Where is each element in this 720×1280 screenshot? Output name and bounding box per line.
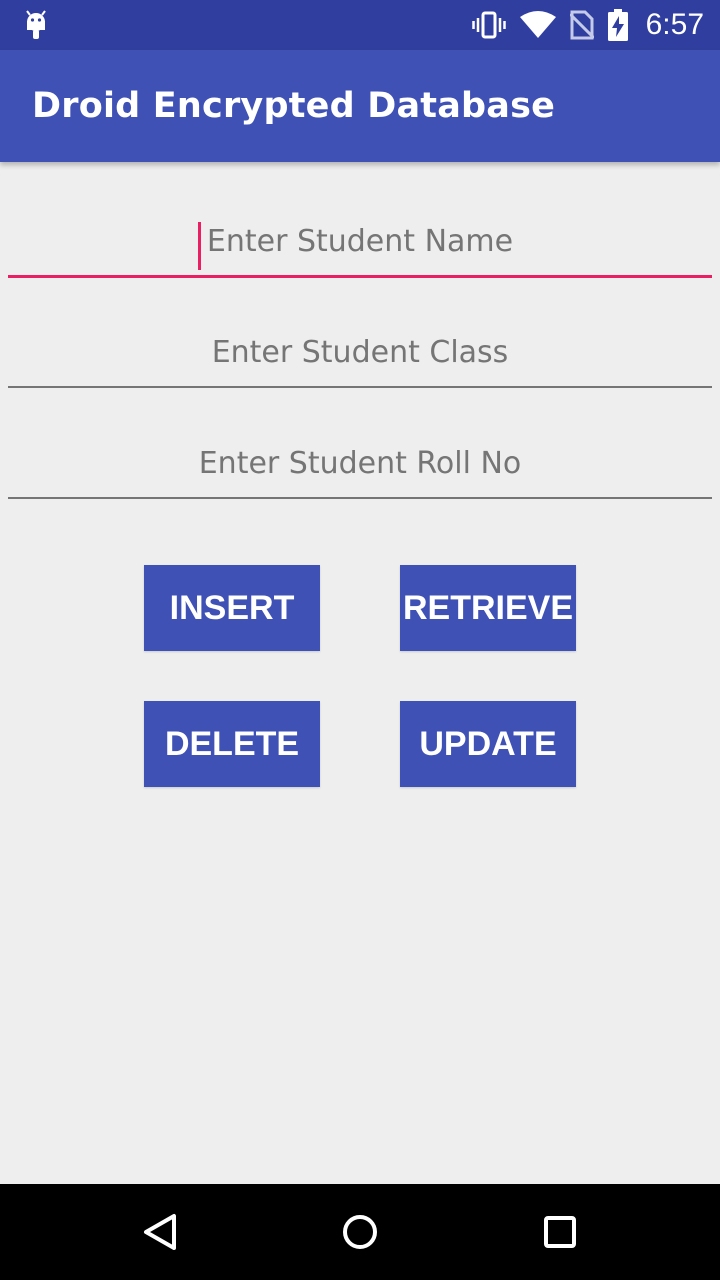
student-roll-input[interactable]: [8, 429, 712, 499]
battery-charging-icon: [607, 9, 628, 41]
back-icon[interactable]: [130, 1202, 190, 1262]
wifi-icon: [519, 11, 556, 38]
app-title: Droid Encrypted Database: [32, 86, 556, 126]
status-icons: 6:57: [471, 0, 704, 50]
insert-button[interactable]: INSERT: [144, 565, 320, 651]
status-time: 6:57: [645, 8, 704, 41]
student-class-input[interactable]: [8, 318, 712, 388]
home-icon[interactable]: [330, 1202, 390, 1262]
vibrate-icon: [471, 11, 506, 39]
delete-button[interactable]: DELETE: [144, 701, 320, 787]
update-button[interactable]: UPDATE: [400, 701, 576, 787]
android-icon: [26, 10, 46, 39]
student-name-input[interactable]: [8, 208, 712, 278]
status-bar: 6:57: [0, 0, 720, 50]
retrieve-button[interactable]: RETRIEVE: [400, 565, 576, 651]
navigation-bar: [0, 1184, 720, 1280]
app-bar: Droid Encrypted Database: [0, 50, 720, 162]
text-cursor: [198, 222, 201, 270]
recents-icon[interactable]: [530, 1202, 590, 1262]
no-sim-icon: [569, 10, 594, 40]
